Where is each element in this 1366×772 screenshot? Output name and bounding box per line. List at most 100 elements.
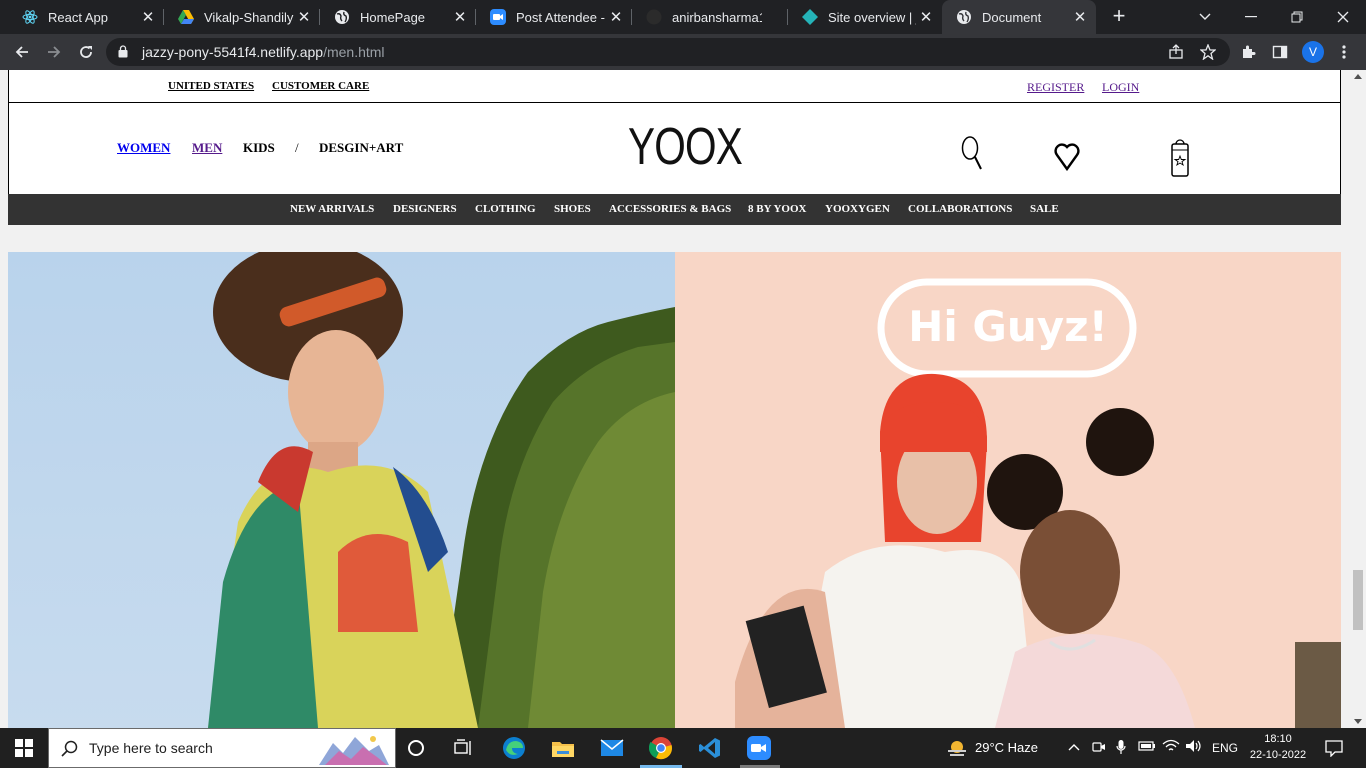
main-nav: WOMEN MEN KIDS / DESGIN+ART YOOX <box>9 103 1340 194</box>
netlify-icon <box>802 9 818 25</box>
mail-icon[interactable] <box>600 736 624 760</box>
speaker-icon[interactable] <box>1185 739 1203 756</box>
extensions-icon[interactable] <box>1238 42 1258 62</box>
tab-title: Document <box>982 9 1042 25</box>
utility-bar: UNITED STATES CUSTOMER CARE REGISTER LOG… <box>9 70 1340 103</box>
cat-collaborations[interactable]: COLLABORATIONS <box>908 203 1012 215</box>
edge-browser-icon[interactable] <box>502 736 526 760</box>
tab-react-app[interactable]: React App ✕ <box>8 0 164 34</box>
nav-kids[interactable]: KIDS <box>243 140 275 156</box>
cortana-icon[interactable] <box>404 736 428 760</box>
login-link[interactable]: LOGIN <box>1102 80 1139 95</box>
notifications-icon[interactable] <box>1322 736 1346 760</box>
hero-image-collaboration[interactable]: Hi Guyz! <box>675 252 1341 728</box>
lock-icon[interactable] <box>118 45 128 63</box>
cat-accessories-bags[interactable]: ACCESSORIES & BAGS <box>609 203 731 215</box>
tab-netlify[interactable]: Site overview | ja ✕ <box>788 0 942 34</box>
cat-shoes[interactable]: SHOES <box>554 203 591 215</box>
register-link[interactable]: REGISTER <box>1027 80 1084 95</box>
close-window-icon[interactable] <box>1320 0 1366 34</box>
windows-start-icon[interactable] <box>12 736 36 760</box>
reload-icon[interactable] <box>74 40 98 64</box>
cat-clothing[interactable]: CLOTHING <box>475 203 536 215</box>
hero-image-women[interactable] <box>8 252 675 728</box>
side-panel-icon[interactable] <box>1270 42 1290 62</box>
weather-haze-icon[interactable] <box>945 736 969 760</box>
vscode-icon[interactable] <box>698 736 722 760</box>
cat-8-by-yoox[interactable]: 8 BY YOOX <box>748 203 806 215</box>
page-scrollbar[interactable] <box>1350 70 1366 728</box>
close-tab-icon[interactable]: ✕ <box>138 8 158 26</box>
minimize-icon[interactable] <box>1228 0 1274 34</box>
microphone-icon[interactable] <box>1116 739 1126 758</box>
tray-overflow-icon[interactable] <box>1068 738 1080 754</box>
url-field[interactable]: jazzy-pony-5541f4.netlify.app/men.html <box>106 38 1230 66</box>
globe-icon <box>334 9 350 25</box>
search-icon[interactable] <box>960 135 984 178</box>
chrome-icon[interactable] <box>649 736 673 760</box>
nav-men[interactable]: MEN <box>192 140 222 156</box>
meet-now-icon[interactable] <box>1092 740 1106 757</box>
scroll-thumb[interactable] <box>1353 570 1363 630</box>
back-icon[interactable] <box>10 40 34 64</box>
tab-title: Vikalp-Shandilya <box>204 9 294 25</box>
taskbar-clock[interactable]: 18:10 22-10-2022 <box>1248 731 1308 763</box>
tab-github[interactable]: anirbansharma15 <box>632 0 788 34</box>
customer-care-link[interactable]: CUSTOMER CARE <box>272 80 369 92</box>
forward-icon[interactable] <box>42 40 66 64</box>
wifi-icon[interactable] <box>1162 739 1180 756</box>
cat-new-arrivals[interactable]: NEW ARRIVALS <box>290 203 374 215</box>
url-text: jazzy-pony-5541f4.netlify.app/men.html <box>142 44 385 60</box>
heart-wishlist-icon[interactable] <box>1054 141 1080 176</box>
file-explorer-icon[interactable] <box>551 736 575 760</box>
globe-icon <box>956 9 972 25</box>
united-states-link[interactable]: UNITED STATES <box>168 80 254 92</box>
clock-date: 22-10-2022 <box>1249 749 1307 761</box>
github-icon <box>646 9 662 25</box>
tab-document[interactable]: Document ✕ <box>942 0 1096 34</box>
tab-title: HomePage <box>360 9 426 25</box>
language-indicator[interactable]: ENG <box>1212 741 1238 755</box>
tab-title: React App <box>48 9 108 25</box>
page-viewport: UNITED STATES CUSTOMER CARE REGISTER LOG… <box>0 70 1350 728</box>
close-tab-icon[interactable]: ✕ <box>450 8 470 26</box>
scroll-down-icon[interactable] <box>1354 719 1362 724</box>
scroll-up-icon[interactable] <box>1354 74 1362 79</box>
shopping-bag-icon[interactable] <box>1170 136 1190 183</box>
close-tab-icon[interactable]: ✕ <box>1070 8 1090 26</box>
google-drive-icon <box>178 9 194 25</box>
zoom-app-icon[interactable] <box>747 736 771 760</box>
close-tab-icon[interactable]: ✕ <box>294 8 314 26</box>
search-placeholder: Type here to search <box>89 740 213 756</box>
clock-time: 18:10 <box>1264 733 1292 745</box>
yoox-logo[interactable]: YOOX <box>628 117 743 177</box>
tab-homepage[interactable]: HomePage ✕ <box>320 0 476 34</box>
cat-designers[interactable]: DESIGNERS <box>393 203 457 215</box>
restore-icon[interactable] <box>1274 0 1320 34</box>
share-icon[interactable] <box>1166 42 1186 62</box>
cat-sale[interactable]: SALE <box>1030 203 1059 215</box>
bookmark-star-icon[interactable] <box>1198 42 1218 62</box>
search-highlight-icon <box>315 731 391 772</box>
address-toolbar: jazzy-pony-5541f4.netlify.app/men.html V <box>0 34 1366 70</box>
tab-post-attendee[interactable]: Post Attendee - Z ✕ <box>476 0 632 34</box>
new-tab-button[interactable]: + <box>1107 5 1131 29</box>
nav-design-art[interactable]: DESGIN+ART <box>319 140 403 156</box>
close-tab-icon[interactable]: ✕ <box>606 8 626 26</box>
tab-search-icon[interactable] <box>1182 0 1228 34</box>
weather-text[interactable]: 29°C Haze <box>975 740 1038 755</box>
close-tab-icon[interactable]: ✕ <box>916 8 936 26</box>
nav-women[interactable]: WOMEN <box>117 140 170 156</box>
zoom-icon <box>490 9 506 25</box>
task-view-icon[interactable] <box>452 736 476 760</box>
profile-avatar[interactable]: V <box>1302 41 1324 63</box>
battery-icon[interactable] <box>1138 740 1156 755</box>
hi-guyz-badge: Hi Guyz! <box>908 302 1108 351</box>
tab-google-drive[interactable]: Vikalp-Shandilya ✕ <box>164 0 320 34</box>
taskbar-search-box[interactable]: Type here to search <box>48 728 396 768</box>
cat-yooxygen[interactable]: YOOXYGEN <box>825 203 890 215</box>
tab-title: anirbansharma15 <box>672 9 762 25</box>
menu-kebab-icon[interactable] <box>1334 42 1354 62</box>
site-header: UNITED STATES CUSTOMER CARE REGISTER LOG… <box>8 70 1341 195</box>
react-icon <box>22 9 38 25</box>
